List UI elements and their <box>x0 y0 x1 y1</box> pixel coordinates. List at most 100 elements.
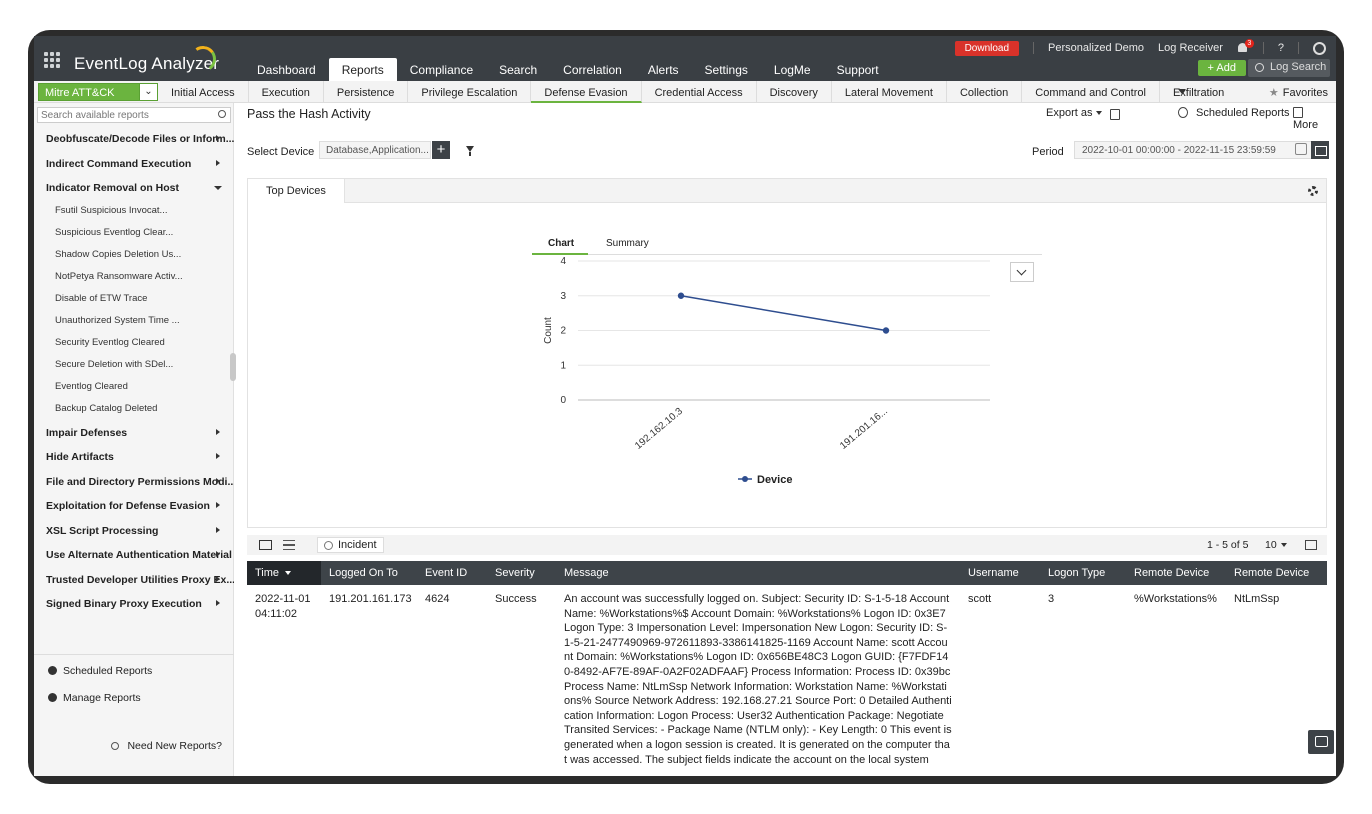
scheduled-reports-button[interactable]: Scheduled Reports <box>1178 107 1290 119</box>
add-device-button[interactable]: + <box>432 141 450 159</box>
tab-correlation[interactable]: Correlation <box>550 58 635 81</box>
log-receiver-link[interactable]: Log Receiver <box>1158 42 1223 54</box>
search-icon[interactable] <box>218 110 226 118</box>
tab-compliance[interactable]: Compliance <box>397 58 486 81</box>
sidebar-subitem[interactable]: Unauthorized System Time ... <box>34 309 234 331</box>
sidebar-subitem[interactable]: Fsutil Suspicious Invocat... <box>34 199 234 221</box>
sidebar-item[interactable]: File and Directory Permissions Modi... <box>34 468 234 493</box>
sidebar-subitem[interactable]: Security Eventlog Cleared <box>34 331 234 353</box>
sidebar-subitem[interactable]: Shadow Copies Deletion Us... <box>34 243 234 265</box>
column-header-severity[interactable]: Severity <box>495 561 535 585</box>
framework-select[interactable]: Mitre ATT&CK ⌄ <box>38 83 158 101</box>
per-page-select[interactable]: 10 <box>1265 539 1287 551</box>
report-content: Pass the Hash Activity Export as Schedul… <box>240 103 1330 776</box>
tab-dashboard[interactable]: Dashboard <box>244 58 329 81</box>
grid-view-icon[interactable] <box>259 540 272 550</box>
list-view-icon[interactable] <box>283 540 295 550</box>
sidebar-item[interactable]: Indirect Command Execution <box>34 150 234 175</box>
sidebar-subitem[interactable]: Eventlog Cleared <box>34 375 234 397</box>
tab-defense-evasion[interactable]: Defense Evasion <box>531 81 642 103</box>
tab-persistence[interactable]: Persistence <box>324 81 409 103</box>
tab-execution[interactable]: Execution <box>249 81 324 103</box>
sidebar-item-label: Hide Artifacts <box>46 451 114 463</box>
tab-support[interactable]: Support <box>824 58 892 81</box>
period-input[interactable]: 2022-10-01 00:00:00 - 2022-11-15 23:59:5… <box>1074 141 1314 159</box>
tab-discovery[interactable]: Discovery <box>757 81 832 103</box>
sidebar-subitem[interactable]: Disable of ETW Trace <box>34 287 234 309</box>
download-button[interactable]: Download <box>954 40 1020 56</box>
column-header-event-id[interactable]: Event ID <box>425 561 467 585</box>
column-header-time[interactable]: Time <box>247 561 321 585</box>
sidebar-subitem[interactable]: NotPetya Ransomware Activ... <box>34 265 234 287</box>
tab-exfiltration[interactable]: Exfiltration <box>1160 81 1237 103</box>
clear-period-icon[interactable] <box>1295 143 1307 155</box>
sidebar-item-label: Signed Binary Proxy Execution <box>46 598 202 610</box>
sidebar-item[interactable]: Signed Binary Proxy Execution <box>34 590 234 615</box>
tab-credential-access[interactable]: Credential Access <box>642 81 757 103</box>
select-device-input[interactable]: Database,Application... <box>319 141 431 159</box>
tab-settings[interactable]: Settings <box>692 58 761 81</box>
tab-privilege-escalation[interactable]: Privilege Escalation <box>408 81 532 103</box>
tab-alerts[interactable]: Alerts <box>635 58 692 81</box>
sidebar-item[interactable]: Use Alternate Authentication Material <box>34 541 234 566</box>
y-axis-label: Count <box>543 317 554 344</box>
cell-remote-device: %Workstations% <box>1134 593 1217 605</box>
chevron-right-icon <box>216 551 220 557</box>
more-button[interactable]: More <box>1293 107 1330 131</box>
more-label: More <box>1293 119 1319 131</box>
report-search-input[interactable]: Search available reports <box>37 107 231 123</box>
sidebar-item-label: Indirect Command Execution <box>46 157 192 170</box>
sidebar-item[interactable]: Hide Artifacts <box>34 443 234 468</box>
column-chooser-icon[interactable] <box>1305 540 1317 550</box>
chat-icon[interactable] <box>1308 730 1334 754</box>
column-header-logon-type[interactable]: Logon Type <box>1048 561 1105 585</box>
column-header-remote-device[interactable]: Remote Device <box>1134 561 1209 585</box>
sidebar-item[interactable]: Trusted Developer Utilities Proxy Ex... <box>34 566 234 591</box>
user-avatar-icon[interactable] <box>1313 41 1326 55</box>
sidebar-collapse-handle[interactable] <box>230 353 236 381</box>
chevron-right-icon <box>216 428 220 435</box>
table-row[interactable]: 2022-11-01 04:11:02 191.201.161.173 4624 … <box>247 585 1327 766</box>
favorites-link[interactable]: ★ Favorites <box>1269 86 1328 99</box>
manage-reports-link[interactable]: Manage Reports <box>34 682 234 709</box>
sidebar-item[interactable]: Deobfuscate/Decode Files or Inform... <box>34 125 234 150</box>
tab-search[interactable]: Search <box>486 58 550 81</box>
help-icon[interactable]: ? <box>1278 42 1284 54</box>
tab-initial-access[interactable]: Initial Access <box>158 81 249 103</box>
more-tabs-caret-icon[interactable] <box>1178 89 1186 94</box>
top-devices-panel: Top Devices Chart Summary 0 1 2 3 4 Count 192.… <box>247 178 1327 528</box>
tab-collection[interactable]: Collection <box>947 81 1023 103</box>
scheduled-reports-link[interactable]: Scheduled Reports <box>34 655 234 682</box>
sidebar-item[interactable]: Impair Defenses <box>34 419 234 444</box>
log-search-button[interactable]: Log Search <box>1248 59 1330 77</box>
column-header-message[interactable]: Message <box>564 561 609 585</box>
app-grid-icon[interactable] <box>44 52 60 68</box>
column-header-remote-device-2[interactable]: Remote Device <box>1234 561 1309 585</box>
sidebar-item-expanded[interactable]: Indicator Removal on Host <box>34 174 234 199</box>
sidebar-item[interactable]: Exploitation for Defense Evasion <box>34 492 234 517</box>
tab-lateral-movement[interactable]: Lateral Movement <box>832 81 947 103</box>
tab-command-and-control[interactable]: Command and Control <box>1022 81 1160 103</box>
add-button[interactable]: + Add <box>1197 60 1246 76</box>
filter-icon[interactable] <box>466 146 474 156</box>
chevron-right-icon <box>216 135 220 141</box>
column-header-username[interactable]: Username <box>968 561 1019 585</box>
calendar-icon[interactable] <box>1311 141 1329 159</box>
save-report-icon[interactable] <box>1110 109 1120 120</box>
sidebar-subitem[interactable]: Backup Catalog Deleted <box>34 397 234 419</box>
sidebar-subitem[interactable]: Secure Deletion with SDel... <box>34 353 234 375</box>
per-page-value: 10 <box>1265 539 1277 551</box>
bell-icon[interactable]: 3 <box>1237 39 1254 54</box>
tab-logme[interactable]: LogMe <box>761 58 824 81</box>
need-new-reports-link[interactable]: Need New Reports? <box>34 740 234 752</box>
sidebar-footer: Scheduled Reports Manage Reports <box>34 654 234 709</box>
tab-reports[interactable]: Reports <box>328 58 397 81</box>
incident-button[interactable]: Incident <box>317 537 384 553</box>
chevron-down-icon[interactable]: ⌄ <box>139 84 157 100</box>
export-as-dropdown[interactable]: Export as <box>1046 107 1103 119</box>
column-header-logged-on-to[interactable]: Logged On To <box>329 561 398 585</box>
divider <box>1298 42 1299 54</box>
personalized-demo-link[interactable]: Personalized Demo <box>1048 42 1144 54</box>
sidebar-item[interactable]: XSL Script Processing <box>34 517 234 542</box>
sidebar-subitem[interactable]: Suspicious Eventlog Clear... <box>34 221 234 243</box>
